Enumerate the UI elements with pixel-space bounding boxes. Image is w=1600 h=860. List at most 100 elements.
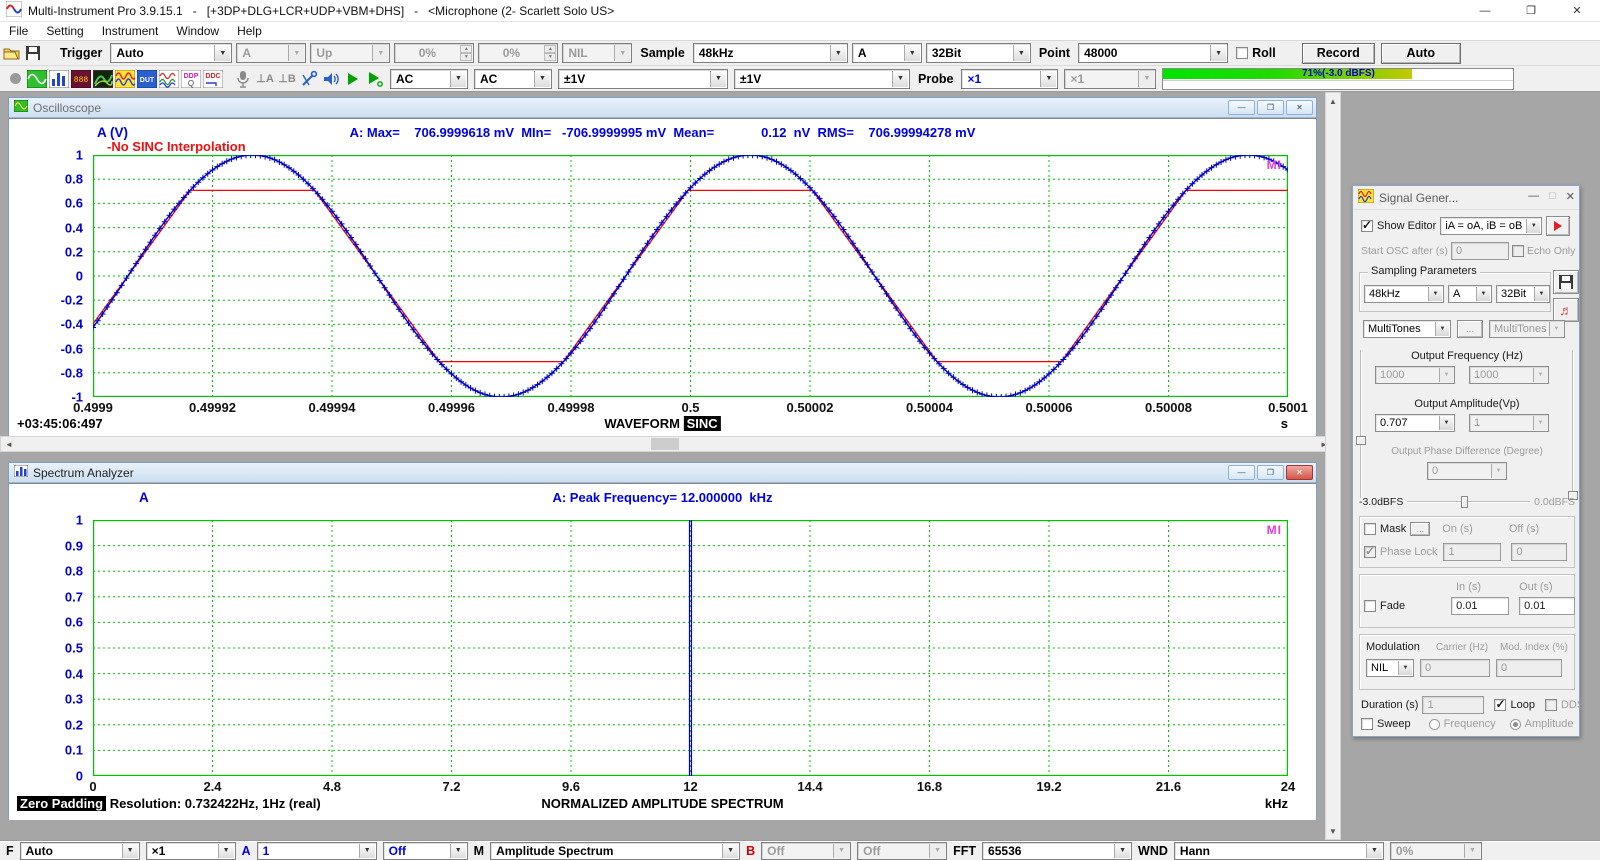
freq-b-combo[interactable]: 1000▼ bbox=[1469, 366, 1549, 384]
scroll-left-icon[interactable]: ◄ bbox=[1, 437, 17, 451]
microphone-icon[interactable] bbox=[232, 68, 254, 90]
mdi-horizontal-scrollbar[interactable]: ◄ ► bbox=[0, 436, 1333, 452]
chevron-down-icon[interactable]: ▼ bbox=[450, 844, 466, 858]
siggen-rate-combo[interactable]: 48kHz▼ bbox=[1364, 285, 1444, 303]
roll-checkbox[interactable]: Roll bbox=[1236, 46, 1276, 60]
mod-index-input[interactable]: 0 bbox=[1496, 659, 1562, 677]
slider-thumb[interactable] bbox=[1356, 436, 1366, 445]
amp-b-combo[interactable]: 1▼ bbox=[1469, 414, 1549, 432]
mask-on-input[interactable]: 1 bbox=[1443, 543, 1501, 561]
derived-data-curves-icon[interactable] bbox=[158, 68, 180, 90]
chevron-down-icon[interactable]: ▼ bbox=[359, 844, 375, 858]
wave-a-combo[interactable]: MultiTones▼ bbox=[1363, 320, 1451, 338]
ground-b-icon[interactable]: ⊥B bbox=[276, 68, 298, 90]
oscilloscope-icon[interactable] bbox=[26, 68, 48, 90]
speaker-icon[interactable] bbox=[320, 68, 342, 90]
spectrum-restore-button[interactable]: ❐ bbox=[1257, 465, 1284, 480]
ddc-icon[interactable]: DDC bbox=[202, 68, 224, 90]
amplitude-slider-b[interactable] bbox=[1567, 346, 1579, 502]
trigger-edge-combo[interactable]: Up▼ bbox=[310, 43, 390, 63]
spectrum-minimize-button[interactable]: — bbox=[1228, 465, 1255, 480]
siggen-maximize-button[interactable]: □ bbox=[1549, 190, 1556, 203]
menu-instrument[interactable]: Instrument bbox=[93, 24, 168, 38]
freq-a-combo[interactable]: 1000▼ bbox=[1375, 366, 1455, 384]
zoom-combo[interactable]: ×1▼ bbox=[146, 842, 236, 860]
mdi-vertical-scrollbar[interactable]: ▲ ▼ bbox=[1325, 92, 1341, 840]
siggen-save-button[interactable] bbox=[1553, 270, 1579, 294]
point-count-combo[interactable]: 48000▼ bbox=[1078, 43, 1228, 63]
chevron-down-icon[interactable]: ▼ bbox=[722, 844, 738, 858]
chevron-down-icon[interactable]: ▼ bbox=[122, 844, 138, 858]
range-b-combo[interactable]: ±1V▼ bbox=[734, 69, 910, 89]
routing-combo[interactable]: iA = oA, iB = oB▼ bbox=[1440, 217, 1542, 235]
chevron-down-icon[interactable]: ▼ bbox=[1210, 45, 1226, 61]
b-scale-combo[interactable]: Off▼ bbox=[761, 842, 851, 860]
oscilloscope-restore-button[interactable]: ❐ bbox=[1257, 100, 1284, 115]
spectrum-close-button[interactable]: ✕ bbox=[1286, 465, 1313, 480]
spectrum-title-bar[interactable]: Spectrum Analyzer — ❐ ✕ bbox=[9, 463, 1316, 483]
b-mode-combo[interactable]: Off▼ bbox=[857, 842, 947, 860]
carrier-input[interactable]: 0 bbox=[1420, 659, 1490, 677]
ground-a-icon[interactable]: ⊥A bbox=[254, 68, 276, 90]
dds-checkbox[interactable] bbox=[1545, 699, 1557, 711]
sweep-checkbox[interactable] bbox=[1361, 718, 1373, 730]
menu-setting[interactable]: Setting bbox=[37, 24, 92, 38]
phase-combo[interactable]: 0▼ bbox=[1427, 462, 1507, 480]
siggen-run-button[interactable] bbox=[1546, 216, 1570, 236]
chevron-down-icon[interactable]: ▼ bbox=[450, 71, 466, 87]
siggen-close-button[interactable]: ✕ bbox=[1566, 190, 1575, 203]
oscilloscope-title-bar[interactable]: Oscilloscope — ❐ ✕ bbox=[9, 98, 1316, 118]
chevron-down-icon[interactable]: ▼ bbox=[1435, 322, 1449, 336]
chevron-down-icon[interactable]: ▼ bbox=[830, 45, 846, 61]
sample-channel-combo[interactable]: A▼ bbox=[852, 43, 922, 63]
output-run-icon[interactable] bbox=[364, 68, 386, 90]
close-button[interactable]: ✕ bbox=[1554, 0, 1600, 21]
probe-b-combo[interactable]: ×1▼ bbox=[1064, 69, 1156, 89]
sample-rate-combo[interactable]: 48kHz▼ bbox=[693, 43, 848, 63]
a-mode-combo[interactable]: Off▼ bbox=[383, 842, 468, 860]
frequency-axis-combo[interactable]: Auto▼ bbox=[20, 842, 140, 860]
spin-up-icon[interactable]: ▲ bbox=[460, 45, 472, 53]
modulation-combo[interactable]: NIL▼ bbox=[1366, 659, 1414, 677]
sample-bits-combo[interactable]: 32Bit▼ bbox=[926, 43, 1031, 63]
menu-file[interactable]: File bbox=[0, 24, 37, 38]
chevron-down-icon[interactable]: ▼ bbox=[1526, 219, 1540, 233]
phase-lock-checkbox[interactable] bbox=[1364, 546, 1376, 558]
chevron-down-icon[interactable]: ▼ bbox=[218, 844, 234, 858]
chevron-down-icon[interactable]: ▼ bbox=[534, 71, 550, 87]
sweep-amplitude-radio[interactable] bbox=[1510, 719, 1521, 730]
chevron-down-icon[interactable]: ▼ bbox=[892, 71, 908, 87]
maximize-button[interactable]: ❐ bbox=[1508, 0, 1554, 21]
scroll-down-icon[interactable]: ▼ bbox=[1326, 823, 1340, 839]
coupling-a-combo[interactable]: AC▼ bbox=[390, 69, 468, 89]
chevron-down-icon[interactable]: ▼ bbox=[1013, 45, 1029, 61]
show-editor-checkbox[interactable] bbox=[1361, 220, 1373, 232]
multimeter-icon[interactable]: 888 bbox=[70, 68, 92, 90]
echo-only-checkbox[interactable] bbox=[1512, 245, 1524, 257]
amp-a-combo[interactable]: 0.707▼ bbox=[1375, 414, 1455, 432]
overlap-combo[interactable]: 0%▼ bbox=[1390, 842, 1482, 860]
signal-generator-icon[interactable] bbox=[114, 68, 136, 90]
open-file-icon[interactable] bbox=[0, 42, 22, 64]
menu-help[interactable]: Help bbox=[228, 24, 271, 38]
chevron-down-icon[interactable]: ▼ bbox=[1428, 287, 1442, 301]
loop-checkbox[interactable] bbox=[1494, 699, 1506, 711]
chevron-down-icon[interactable]: ▼ bbox=[1476, 287, 1490, 301]
record-button[interactable]: Record bbox=[1302, 43, 1375, 64]
probe-calibration-icon[interactable] bbox=[298, 68, 320, 90]
mask-more-button[interactable]: ... bbox=[1410, 522, 1430, 536]
fade-checkbox[interactable] bbox=[1364, 600, 1376, 612]
dbfs-slider[interactable] bbox=[1407, 496, 1530, 508]
scroll-up-icon[interactable]: ▲ bbox=[1326, 93, 1340, 109]
roll-checkbox-box[interactable] bbox=[1236, 47, 1248, 59]
mask-off-input[interactable]: 0 bbox=[1511, 543, 1567, 561]
coupling-b-combo[interactable]: AC▼ bbox=[474, 69, 552, 89]
chevron-down-icon[interactable]: ▼ bbox=[214, 45, 230, 61]
save-icon[interactable] bbox=[22, 42, 44, 64]
chevron-down-icon[interactable]: ▼ bbox=[1040, 71, 1056, 87]
trigger-level-spinner[interactable]: 0%▲▼ bbox=[394, 43, 474, 63]
ddp-viewer-icon[interactable]: DDPQ bbox=[180, 68, 202, 90]
record-icon[interactable] bbox=[4, 68, 26, 90]
run-icon[interactable] bbox=[342, 68, 364, 90]
slider-thumb[interactable] bbox=[1461, 496, 1468, 508]
